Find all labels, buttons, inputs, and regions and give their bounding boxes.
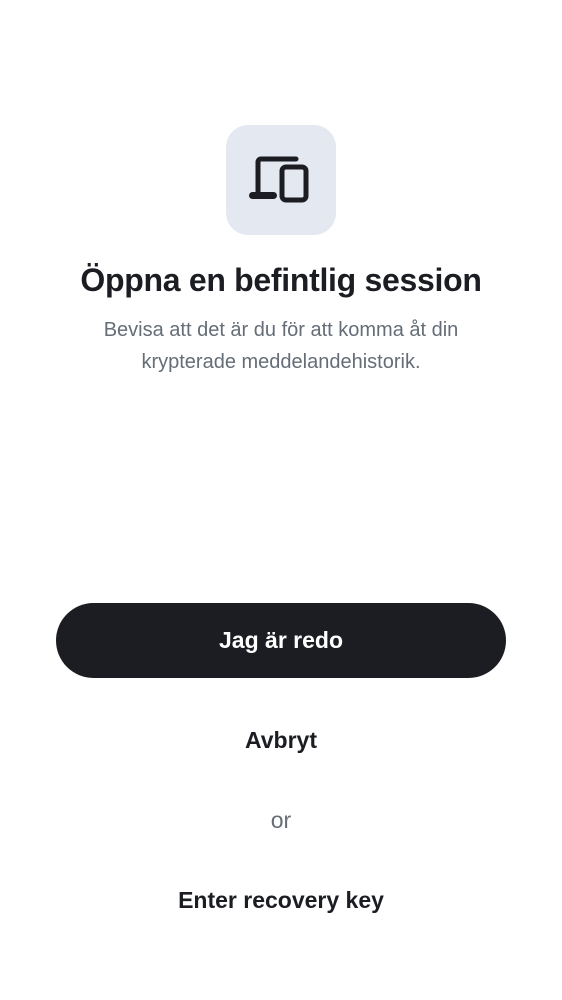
devices-icon-tile bbox=[226, 125, 336, 235]
page-title: Öppna en befintlig session bbox=[80, 262, 482, 298]
devices-icon bbox=[249, 156, 309, 203]
cancel-button[interactable]: Avbryt bbox=[56, 710, 506, 770]
ready-button[interactable]: Jag är redo bbox=[56, 603, 506, 678]
or-separator: or bbox=[270, 807, 292, 833]
enter-recovery-key-button[interactable]: Enter recovery key bbox=[56, 870, 506, 930]
page-subtitle: Bevisa att det är du för att komma åt di… bbox=[103, 319, 459, 373]
